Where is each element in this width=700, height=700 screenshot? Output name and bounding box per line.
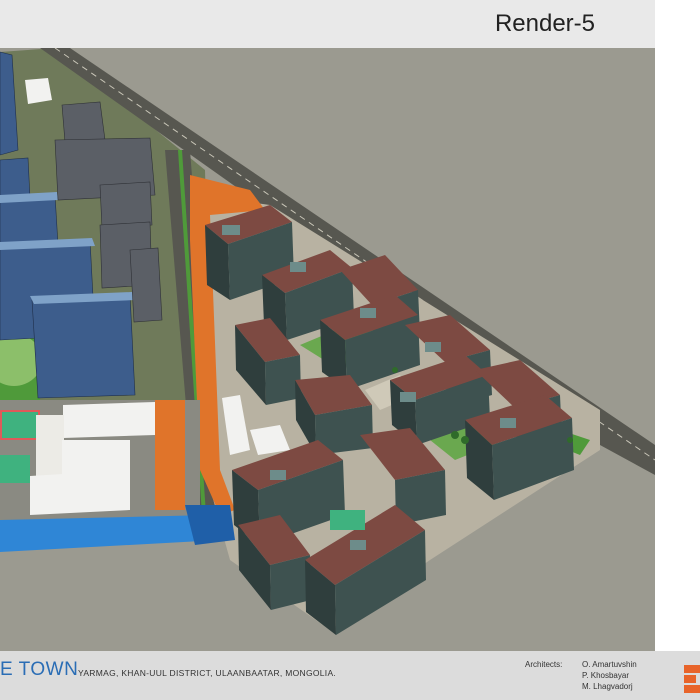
firm-logo-icon — [684, 665, 700, 693]
architects-label: Architects: — [525, 660, 563, 669]
footer-bar: E TOWN YARMAG, KHAN-UUL DISTRICT, ULAANB… — [0, 651, 700, 700]
project-title: E TOWN — [0, 659, 79, 680]
header-bar: Render-5 — [0, 0, 655, 48]
render-title: Render-5 — [494, 10, 595, 37]
site-render-image — [0, 48, 655, 651]
site-render-drawing — [0, 48, 655, 651]
right-panel — [655, 0, 700, 651]
architect-name: M. Lhagvadorj — [582, 682, 633, 691]
architect-name: P. Khosbayar — [582, 671, 629, 680]
architect-name: O. Amartuvshin — [582, 660, 637, 669]
location-text: YARMAG, KHAN-UUL DISTRICT, ULAANBAATAR, … — [78, 668, 337, 678]
architects-list: O. Amartuvshin P. Khosbayar M. Lhagvador… — [582, 659, 637, 692]
